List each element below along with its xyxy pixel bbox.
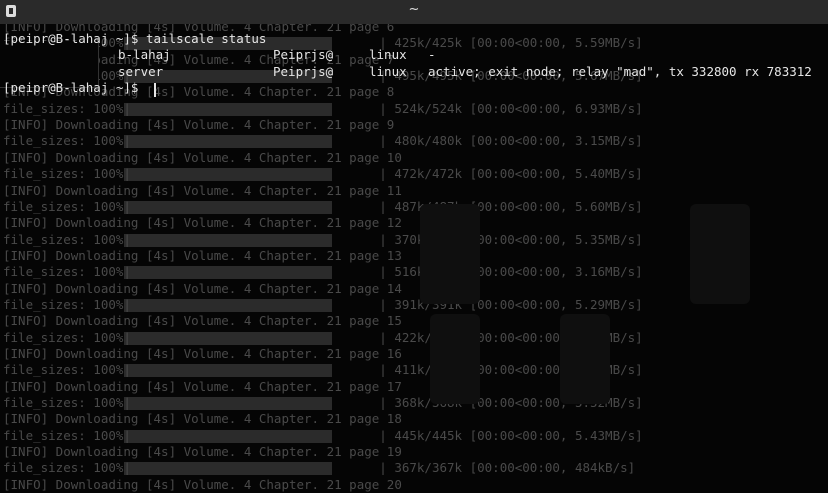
scrollback-line: [INFO] Downloading [4s] Volume. 4 Chapte… [3,346,402,361]
scrollback-line: file_sizes: 100%| | 524k/524k [00:00<00:… [3,100,643,116]
scrollback-line: file_sizes: 100%| | 472k/472k [00:00<00:… [3,166,643,182]
scrollback-line: [INFO] Downloading [4s] Volume. 4 Chapte… [3,411,402,427]
scrollback-line: file_sizes: 100%| | 367k/367k [00:00<00:… [3,460,636,476]
scrollback-line: file_sizes: 100%| | 422k/422k [00:00<00:… [3,329,643,345]
scrollback-line: file_sizes: 100%| | 368k/368k [00:00<00:… [3,395,643,411]
scrollback-line: file_sizes: 100%| | 516k/516k [00:00<00:… [3,264,643,280]
prompt-line: [peipr@B-lahaj ~]$ [3,80,146,95]
ghost-thumbnail [420,204,480,304]
scrollback-line: [INFO] Downloading [4s] Volume. 4 Chapte… [3,149,402,165]
scrollback-line: [INFO] Downloading [4s] Volume. 4 Chapte… [3,247,402,263]
ghost-thumbnail [430,314,480,404]
status-state-2: active; exit node; relay "mad", tx 33280… [428,64,812,79]
scrollback-line: file_sizes: 100%| | 445k/445k [00:00<00:… [3,427,643,443]
terminal-area[interactable]: [INFO] Downloading [4s] Volume. 4 Chapte… [0,24,828,493]
window-title: ~ [408,2,420,17]
scrollback-line: file_sizes: 100%| | 411k/411k [00:00<00:… [3,362,643,378]
scrollback-line: file_sizes: 100%| | 391k/391k [00:00<00:… [3,296,643,312]
scrollback-line: [INFO] Downloading [4s] Volume. 4 Chapte… [3,476,402,492]
status-user-1: Peiprjs@ [273,47,334,62]
prompt-command-line: [peipr@B-lahaj ~]$ tailscale status [3,31,267,46]
window-titlebar[interactable]: ~ [0,0,828,25]
scrollback-line: [INFO] Downloading [4s] Volume. 4 Chapte… [3,378,402,394]
scrollback-line: [INFO] Downloading [4s] Volume. 4 Chapte… [3,117,395,133]
scrollback-line: [INFO] Downloading [4s] Volume. 4 Chapte… [3,182,402,198]
scrollback-line: [INFO] Downloading [4s] Volume. 4 Chapte… [3,215,402,231]
scrollback-line: file_sizes: 100%| | 370k/370k [00:00<00:… [3,231,643,247]
scrollback-line: [INFO] Downloading [4s] Volume. 4 Chapte… [3,313,402,329]
scrollback-line: file_sizes: 100%| | 480k/480k [00:00<00:… [3,133,643,149]
status-user-2: Peiprjs@ [273,64,334,79]
status-state-1: - [428,47,436,62]
scrollback-line: [INFO] Downloading [4s] Volume. 4 Chapte… [3,280,402,296]
status-host-1: b-lahaj [118,47,171,62]
ghost-thumbnail [560,314,610,404]
text-cursor [154,83,156,97]
ghost-thumbnail [690,204,750,304]
scrollback-line: file_sizes: 100%| | 487k/487k [00:00<00:… [3,198,643,214]
status-os-2: linux [369,64,407,79]
status-os-1: linux [369,47,407,62]
scrollback-line: [INFO] Downloading [4s] Volume. 4 Chapte… [3,444,402,460]
status-host-2: server [118,64,164,79]
